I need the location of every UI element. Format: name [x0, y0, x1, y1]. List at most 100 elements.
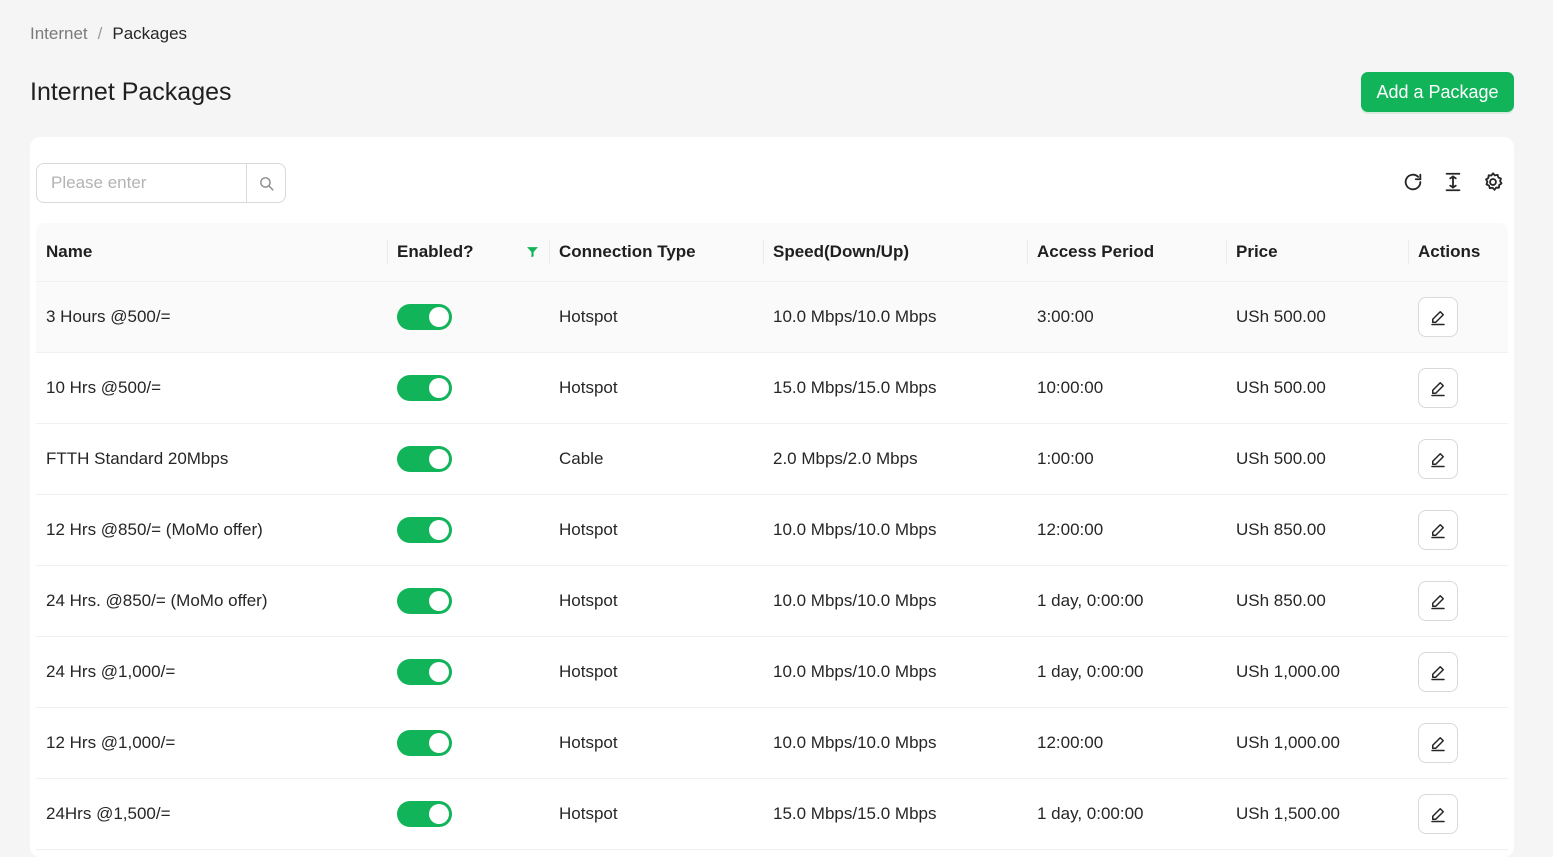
table-row: 24Hrs @1,500/= Hotspot 15.0 Mbps/15.0 Mbps… [36, 778, 1508, 850]
cell-access-period: 10:00:00 [1027, 352, 1226, 424]
column-header-actions: Actions [1408, 223, 1508, 282]
page-title: Internet Packages [30, 78, 232, 106]
enabled-toggle[interactable] [397, 374, 452, 401]
column-header-price[interactable]: Price [1226, 223, 1408, 282]
breadcrumb-separator: / [97, 24, 103, 43]
cell-access-period: 1 day, 0:00:00 [1027, 565, 1226, 637]
cell-price: USh 850.00 [1226, 494, 1408, 566]
table-toolbar [1402, 171, 1504, 193]
search-input[interactable] [36, 163, 247, 203]
cell-enabled [387, 778, 549, 850]
cell-connection-type: Cable [549, 423, 763, 495]
cell-actions [1408, 707, 1508, 779]
cell-price: USh 1,500.00 [1226, 778, 1408, 850]
cell-connection-type: Hotspot [549, 565, 763, 637]
cell-name: 24 Hrs. @850/= (MoMo offer) [36, 565, 387, 637]
edit-icon [1431, 594, 1445, 609]
edit-icon [1431, 665, 1445, 680]
enabled-toggle[interactable] [397, 587, 452, 614]
settings-icon [1485, 172, 1503, 191]
cell-speed: 10.0 Mbps/10.0 Mbps [763, 494, 1027, 566]
add-package-button[interactable]: Add a Package [1361, 72, 1514, 112]
reload-icon [1404, 173, 1422, 191]
cell-access-period: 1 day, 0:00:00 [1027, 778, 1226, 850]
edit-button[interactable] [1418, 722, 1458, 763]
edit-button[interactable] [1418, 367, 1458, 408]
cell-actions [1408, 778, 1508, 850]
cell-price: USh 1,000.00 [1226, 707, 1408, 779]
edit-icon [1431, 452, 1445, 467]
breadcrumb: Internet / Packages [30, 24, 187, 44]
cell-name: 24Hrs @1,500/= [36, 778, 387, 850]
table-row: FTTH Standard 20Mbps Cable 2.0 Mbps/2.0 Mb… [36, 423, 1508, 495]
edit-button[interactable] [1418, 509, 1458, 550]
cell-name: 12 Hrs @850/= (MoMo offer) [36, 494, 387, 566]
column-settings-button[interactable] [1482, 171, 1504, 193]
edit-button[interactable] [1418, 651, 1458, 692]
cell-connection-type: Hotspot [549, 494, 763, 566]
search-button[interactable] [247, 163, 286, 203]
cell-enabled [387, 707, 549, 779]
cell-speed: 10.0 Mbps/10.0 Mbps [763, 281, 1027, 353]
cell-price: USh 1,000.00 [1226, 636, 1408, 708]
edit-button[interactable] [1418, 793, 1458, 834]
cell-connection-type: Hotspot [549, 707, 763, 779]
table-body: 3 Hours @500/= Hotspot 10.0 Mbps/10.0 Mbps… [36, 281, 1508, 850]
cell-actions [1408, 565, 1508, 637]
table-row: 3 Hours @500/= Hotspot 10.0 Mbps/10.0 Mbps… [36, 281, 1508, 353]
column-header-speed[interactable]: Speed(Down/Up) [763, 223, 1027, 282]
cell-name: 3 Hours @500/= [36, 281, 387, 353]
enabled-toggle[interactable] [397, 658, 452, 685]
cell-access-period: 12:00:00 [1027, 707, 1226, 779]
toggle-knob [429, 661, 449, 682]
cell-access-period: 1 day, 0:00:00 [1027, 636, 1226, 708]
table-row: 12 Hrs @1,000/= Hotspot 10.0 Mbps/10.0 Mbp… [36, 707, 1508, 779]
cell-speed: 10.0 Mbps/10.0 Mbps [763, 707, 1027, 779]
enabled-toggle[interactable] [397, 800, 452, 827]
edit-icon [1431, 807, 1445, 822]
enabled-toggle[interactable] [397, 445, 452, 472]
density-button[interactable] [1442, 171, 1464, 193]
cell-name: 24 Hrs @1,000/= [36, 636, 387, 708]
search-icon [259, 176, 274, 191]
cell-actions [1408, 352, 1508, 424]
column-header-enabled[interactable]: Enabled? [387, 223, 549, 282]
column-height-icon [1445, 172, 1461, 192]
cell-speed: 10.0 Mbps/10.0 Mbps [763, 636, 1027, 708]
cell-speed: 2.0 Mbps/2.0 Mbps [763, 423, 1027, 495]
toggle-knob [429, 590, 449, 611]
cell-access-period: 1:00:00 [1027, 423, 1226, 495]
search-group [36, 163, 286, 203]
enabled-toggle[interactable] [397, 303, 452, 330]
reload-button[interactable] [1402, 171, 1424, 193]
cell-price: USh 850.00 [1226, 565, 1408, 637]
breadcrumb-item-internet[interactable]: Internet [30, 24, 88, 44]
packages-card: Name Enabled? Connection Type Speed(Down… [30, 137, 1514, 857]
column-header-name[interactable]: Name [36, 223, 387, 282]
cell-connection-type: Hotspot [549, 778, 763, 850]
edit-icon [1431, 523, 1445, 538]
cell-connection-type: Hotspot [549, 636, 763, 708]
breadcrumb-item-packages: Packages [112, 24, 188, 43]
cell-price: USh 500.00 [1226, 352, 1408, 424]
table-row: 10 Hrs @500/= Hotspot 15.0 Mbps/15.0 Mbps 1… [36, 352, 1508, 424]
packages-table: Name Enabled? Connection Type Speed(Down… [36, 223, 1508, 850]
cell-name: 10 Hrs @500/= [36, 352, 387, 424]
filter-button[interactable] [526, 245, 539, 258]
cell-speed: 10.0 Mbps/10.0 Mbps [763, 565, 1027, 637]
enabled-toggle[interactable] [397, 729, 452, 756]
cell-connection-type: Hotspot [549, 352, 763, 424]
cell-name: 12 Hrs @1,000/= [36, 707, 387, 779]
cell-actions [1408, 636, 1508, 708]
edit-button[interactable] [1418, 580, 1458, 621]
cell-connection-type: Hotspot [549, 281, 763, 353]
cell-actions [1408, 423, 1508, 495]
edit-button[interactable] [1418, 296, 1458, 337]
column-header-access-period[interactable]: Access Period [1027, 223, 1226, 282]
column-header-connection-type[interactable]: Connection Type [549, 223, 763, 282]
toggle-knob [429, 377, 449, 398]
cell-access-period: 12:00:00 [1027, 494, 1226, 566]
toggle-knob [429, 306, 449, 327]
enabled-toggle[interactable] [397, 516, 452, 543]
edit-button[interactable] [1418, 438, 1458, 479]
